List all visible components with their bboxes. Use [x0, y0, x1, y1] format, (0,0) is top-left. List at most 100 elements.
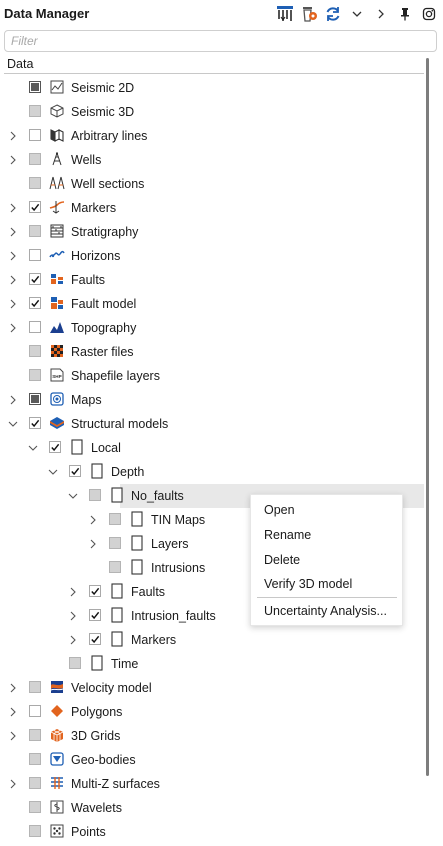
tree-row-seismic-2d[interactable]: Seismic 2D	[4, 76, 424, 100]
tree-row-arbitrary-lines[interactable]: Arbitrary lines	[4, 124, 424, 148]
tree-row-stratigraphy[interactable]: Stratigraphy	[4, 220, 424, 244]
chevron-right-icon[interactable]	[8, 226, 18, 238]
tree-row-velocity-model[interactable]: Velocity model	[4, 676, 424, 700]
visibility-checkbox[interactable]	[29, 801, 41, 813]
chevron-right-icon[interactable]	[8, 202, 18, 214]
chevron-right-icon[interactable]	[68, 610, 78, 622]
tree-row-maps[interactable]: Maps	[4, 388, 424, 412]
chevron-right-icon[interactable]	[371, 4, 391, 24]
visibility-checkbox[interactable]	[109, 561, 121, 573]
tree-row-depth[interactable]: Depth	[4, 460, 424, 484]
tree-row-polygons[interactable]: Polygons	[4, 700, 424, 724]
visibility-checkbox[interactable]	[29, 105, 41, 117]
visibility-checkbox[interactable]	[109, 513, 121, 525]
visibility-checkbox[interactable]	[29, 369, 41, 381]
delete-settings-icon[interactable]	[299, 4, 319, 24]
tree-row-well-sections[interactable]: Well sections	[4, 172, 424, 196]
chevron-right-icon[interactable]	[8, 298, 18, 310]
visibility-checkbox[interactable]	[29, 321, 41, 333]
chevron-right-icon[interactable]	[8, 730, 18, 742]
tree-row-points[interactable]: Points	[4, 820, 424, 844]
tree-row-fault-model[interactable]: Fault model	[4, 292, 424, 316]
chevron-right-icon[interactable]	[88, 514, 98, 526]
vertical-scrollbar[interactable]	[425, 58, 431, 844]
visibility-checkbox[interactable]	[29, 129, 41, 141]
visibility-checkbox[interactable]	[29, 81, 41, 93]
chevron-down-icon[interactable]	[68, 490, 78, 502]
tree-row-local[interactable]: Local	[4, 436, 424, 460]
chevron-right-icon[interactable]	[8, 250, 18, 262]
tree-row-markers[interactable]: Markers	[4, 196, 424, 220]
tree-row-multi-z-surfaces[interactable]: Multi-Z surfaces	[4, 772, 424, 796]
visibility-checkbox[interactable]	[29, 177, 41, 189]
visibility-checkbox[interactable]	[109, 537, 121, 549]
camera-icon[interactable]	[419, 4, 439, 24]
chevron-right-icon[interactable]	[8, 682, 18, 694]
visibility-checkbox[interactable]	[29, 753, 41, 765]
tree-row-wells[interactable]: Wells	[4, 148, 424, 172]
chevron-right-icon[interactable]	[68, 634, 78, 646]
visibility-checkbox[interactable]	[29, 345, 41, 357]
tree-row-structural-models[interactable]: Structural models	[4, 412, 424, 436]
chevron-down-icon[interactable]	[347, 4, 367, 24]
tree-row-geo-bodies[interactable]: Geo-bodies	[4, 748, 424, 772]
tree-row-seismic-3d[interactable]: Seismic 3D	[4, 100, 424, 124]
visibility-checkbox[interactable]	[29, 393, 41, 405]
tree-item-label: Stratigraphy	[71, 225, 139, 239]
scrollbar-thumb[interactable]	[426, 58, 429, 776]
visibility-checkbox[interactable]	[29, 273, 41, 285]
folder-icon	[89, 463, 105, 479]
chevron-down-icon[interactable]	[48, 466, 58, 478]
chevron-right-icon[interactable]	[8, 130, 18, 142]
chevron-down-icon[interactable]	[28, 442, 38, 454]
filter-input[interactable]	[5, 31, 436, 51]
chevron-right-icon[interactable]	[8, 274, 18, 286]
visibility-checkbox[interactable]	[29, 705, 41, 717]
column-header-data: Data	[7, 57, 34, 71]
chevron-right-icon[interactable]	[68, 586, 78, 598]
tree-row-time[interactable]: Time	[4, 652, 424, 676]
tree-item-label: Points	[71, 825, 106, 839]
chevron-right-icon[interactable]	[88, 538, 98, 550]
menu-item-uncertainty-analysis[interactable]: Uncertainty Analysis...	[264, 604, 387, 618]
menu-item-delete[interactable]: Delete	[264, 553, 300, 567]
visibility-checkbox[interactable]	[29, 417, 41, 429]
tree-row-3d-grids[interactable]: 3D Grids	[4, 724, 424, 748]
visibility-checkbox[interactable]	[89, 585, 101, 597]
tree-row-wavelets[interactable]: Wavelets	[4, 796, 424, 820]
visibility-checkbox[interactable]	[29, 777, 41, 789]
menu-item-verify-3d-model[interactable]: Verify 3D model	[264, 577, 352, 591]
refresh-icon[interactable]	[323, 4, 343, 24]
chevron-right-icon[interactable]	[8, 778, 18, 790]
visibility-checkbox[interactable]	[29, 249, 41, 261]
tree-row-horizons[interactable]: Horizons	[4, 244, 424, 268]
filter-field[interactable]	[4, 30, 437, 52]
visibility-checkbox[interactable]	[29, 201, 41, 213]
chevron-right-icon[interactable]	[8, 154, 18, 166]
visibility-checkbox[interactable]	[29, 681, 41, 693]
tree-row-shapefile-layers[interactable]: SHP Shapefile layers	[4, 364, 424, 388]
chevron-right-icon[interactable]	[8, 322, 18, 334]
chevron-right-icon[interactable]	[8, 706, 18, 718]
visibility-checkbox[interactable]	[29, 153, 41, 165]
visibility-checkbox[interactable]	[69, 657, 81, 669]
chevron-right-icon[interactable]	[8, 394, 18, 406]
filter-tree-icon[interactable]	[275, 4, 295, 24]
visibility-checkbox[interactable]	[29, 297, 41, 309]
menu-item-rename[interactable]: Rename	[264, 528, 311, 542]
pin-icon[interactable]	[395, 4, 415, 24]
tree-row-topography[interactable]: Topography	[4, 316, 424, 340]
tree-row-markers[interactable]: Markers	[4, 628, 424, 652]
visibility-checkbox[interactable]	[29, 729, 41, 741]
visibility-checkbox[interactable]	[89, 489, 101, 501]
visibility-checkbox[interactable]	[69, 465, 81, 477]
visibility-checkbox[interactable]	[29, 225, 41, 237]
tree-row-faults[interactable]: Faults	[4, 268, 424, 292]
visibility-checkbox[interactable]	[29, 825, 41, 837]
menu-item-open[interactable]: Open	[264, 503, 295, 517]
visibility-checkbox[interactable]	[89, 609, 101, 621]
chevron-down-icon[interactable]	[8, 418, 18, 430]
visibility-checkbox[interactable]	[89, 633, 101, 645]
tree-row-raster-files[interactable]: Raster files	[4, 340, 424, 364]
visibility-checkbox[interactable]	[49, 441, 61, 453]
